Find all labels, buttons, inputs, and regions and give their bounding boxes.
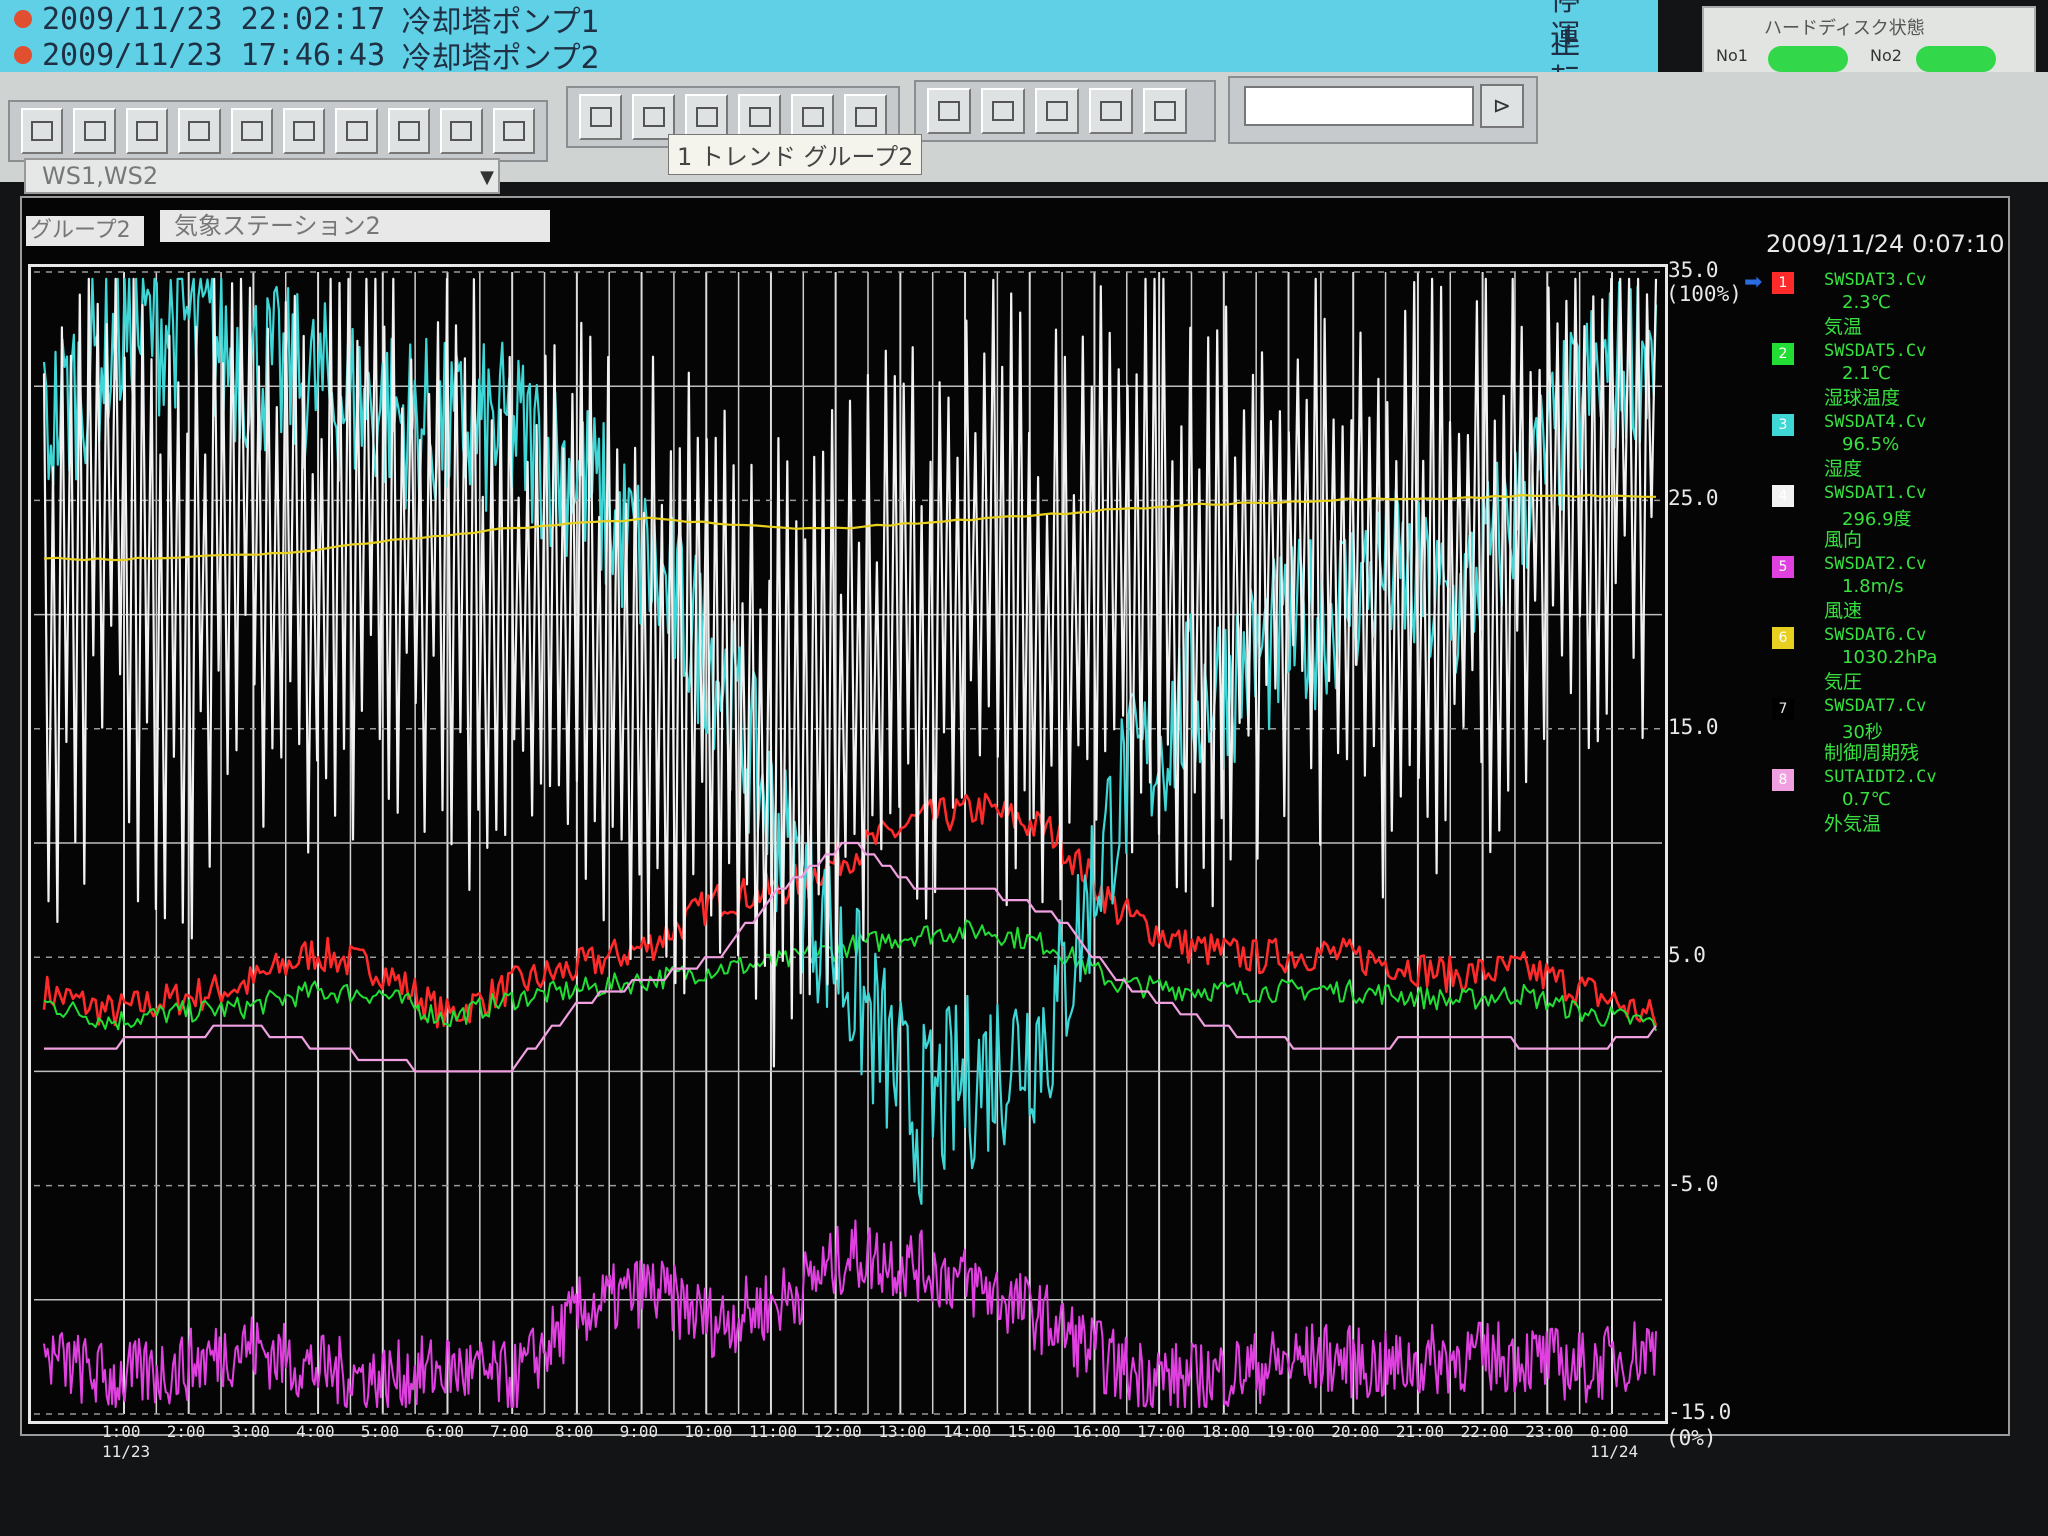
legend-tag: SWSDAT5.Cv [1824,341,1927,361]
x-tick-label: 3:00 [231,1422,270,1441]
x-tick-label: 9:00 [619,1422,659,1441]
legend-value: 2.3℃ [1842,292,1891,313]
x-tick-label: 13:00 [878,1422,927,1441]
legend-color-box: 2 [1772,343,1794,365]
x-tick-label: 4:00 [296,1422,335,1441]
legend-tag: SWSDAT3.Cv [1824,270,1927,290]
legend-name: 湿球温度 [1824,387,1901,409]
legend-value: 1030.2hPa [1842,647,1938,668]
y-bottom-percent-label: (0%) [1666,1426,1717,1450]
legend-item[interactable]: 3 SWSDAT4.Cv 96.5% 湿度 [1752,412,2002,483]
legend-color-box: 8 [1772,769,1794,791]
trend-timestamp: 2009/11/24 0:07:10 [1766,230,2005,258]
x-tick-label: 21:00 [1395,1422,1445,1441]
y-tick-label: 25.0 [1668,486,1719,511]
legend-color-box: 3 [1772,414,1794,436]
legend-tag: SWSDAT7.Cv [1824,696,1927,716]
x-tick-label: 18:00 [1201,1422,1250,1441]
x-tick-label: 12:00 [813,1422,862,1441]
legend-name: 風向 [1824,529,1863,551]
x-tick-label: 16:00 [1072,1422,1121,1441]
legend-name: 気温 [1824,316,1863,338]
selected-arrow-icon: ➡ [1744,270,1763,295]
x-date-start-label: 11/23 [102,1442,151,1461]
legend-value: 96.5% [1842,434,1900,455]
x-date-end-label: 11/24 [1590,1442,1639,1461]
x-tick-label: 23:00 [1525,1422,1574,1441]
legend-tag: SWSDAT2.Cv [1824,554,1927,574]
plot-frame [28,264,1668,1424]
legend-item[interactable]: 6 SWSDAT6.Cv 1030.2hPa 気圧 [1752,625,2002,696]
x-tick-label: 22:00 [1460,1422,1509,1441]
legend-tag: SWSDAT4.Cv [1824,412,1927,432]
x-tick-label: 8:00 [554,1422,594,1441]
legend-tag: SWSDAT6.Cv [1824,625,1927,645]
legend-item[interactable]: 5 SWSDAT2.Cv 1.8m/s 風速 [1752,554,2002,625]
x-tick-label: 5:00 [360,1422,400,1441]
y-top-percent-label: (100%) [1666,282,1742,306]
legend-name: 外気温 [1824,813,1882,835]
x-tick-label: 6:00 [425,1422,464,1441]
legend-name: 湿度 [1824,458,1863,480]
legend-value: 2.1℃ [1842,363,1891,384]
x-tick-label: 17:00 [1137,1422,1186,1441]
legend-color-box: 7 [1772,698,1794,720]
legend-name: 制御周期残 [1824,742,1920,764]
y-tick-label: 35.0 [1668,258,1719,282]
legend-color-box: 4 [1772,485,1794,507]
x-tick-label: 19:00 [1266,1422,1315,1441]
legend-item[interactable]: 2 SWSDAT5.Cv 2.1℃ 湿球温度 [1752,341,2002,412]
legend-item[interactable]: 7 SWSDAT7.Cv 30秒 制御周期残 [1752,696,2002,767]
legend-tag: SUTAIDT2.Cv [1824,767,1937,787]
x-tick-label: 20:00 [1331,1422,1380,1441]
x-tick-label: 1:00 [102,1422,141,1441]
x-tick-label: 0:00 [1590,1422,1629,1441]
x-tick-label: 7:00 [490,1422,529,1441]
legend-color-box: 1 [1772,272,1794,294]
legend-item[interactable]: 4 SWSDAT1.Cv 296.9度 風向 [1752,483,2002,554]
legend-value: 0.7℃ [1842,789,1891,810]
x-tick-label: 14:00 [943,1422,992,1441]
monitor-screen: 2009/11/23 22:02:17 冷却塔ポンプ1 停止 2009/11/2… [0,0,2048,1536]
legend-tag: SWSDAT1.Cv [1824,483,1927,503]
x-tick-label: 10:00 [684,1422,733,1441]
trend-legend: ➡ 1 SWSDAT3.Cv 2.3℃ 気温 2 SWSDAT5.Cv 2.1℃ 湿球温度 3 SW… [1744,270,2002,838]
y-tick-label: -5.0 [1668,1171,1719,1196]
y-tick-label: 15.0 [1668,714,1719,739]
x-tick-label: 2:00 [166,1422,206,1441]
legend-color-box: 6 [1772,627,1794,649]
x-tick-label: 15:00 [1007,1422,1056,1441]
legend-value: 1.8m/s [1842,576,1904,597]
x-tick-label: 11:00 [748,1422,798,1441]
legend-item[interactable]: ➡ 1 SWSDAT3.Cv 2.3℃ 気温 [1744,270,2002,341]
y-tick-label: 5.0 [1668,943,1706,968]
legend-name: 風速 [1824,600,1863,622]
legend-name: 気圧 [1824,671,1863,693]
legend-color-box: 5 [1772,556,1794,578]
legend-item[interactable]: 8 SUTAIDT2.Cv 0.7℃ 外気温 [1752,767,2002,838]
y-tick-label: -15.0 [1668,1400,1732,1424]
